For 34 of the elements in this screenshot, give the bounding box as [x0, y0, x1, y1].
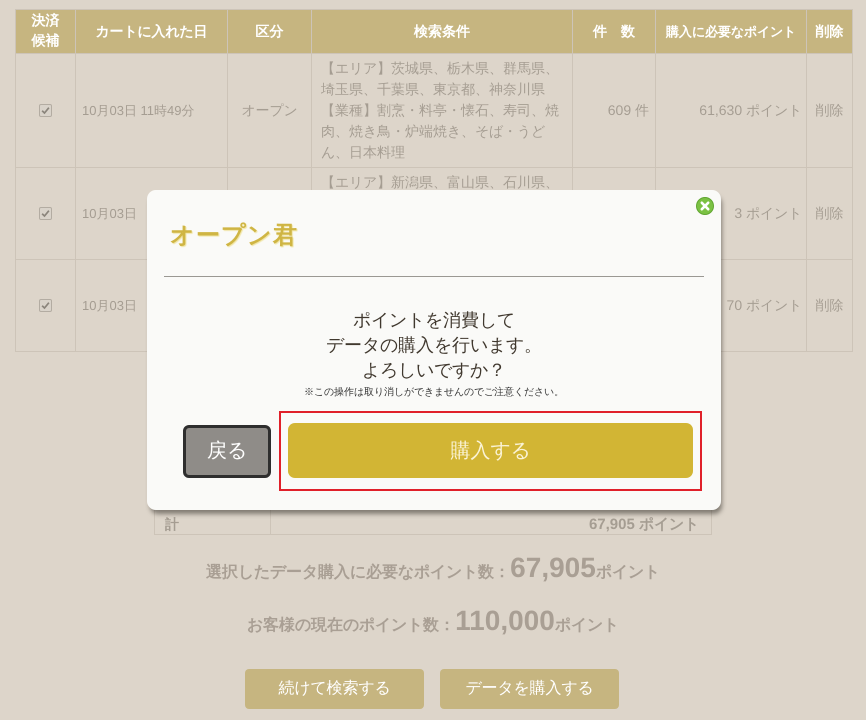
date-text: 10月03日 — [82, 298, 137, 312]
column-header: 区分 — [256, 22, 284, 40]
search-condition-text: 【エリア】茨城県、栃木県、群馬県、埼玉県、千葉県、東京都、神奈川県 — [321, 59, 560, 99]
checkbox[interactable] — [39, 298, 52, 312]
action-button[interactable]: データを購入する — [440, 669, 619, 709]
search-condition-text: 【エリア】新潟県、富山県、石川県、 — [321, 173, 560, 192]
action-button[interactable]: 続けて検索する — [245, 669, 424, 709]
back-button[interactable]: 戻る — [183, 424, 271, 478]
column-header: 決済候補 — [30, 11, 60, 50]
total-label: 計 — [165, 516, 179, 533]
count-text: 609 件 — [608, 102, 649, 118]
points-text: 3 ポイント — [734, 204, 802, 220]
delete-link[interactable]: 削除 — [816, 102, 844, 118]
delete-link[interactable]: 削除 — [816, 296, 844, 312]
column-header: 件 数 — [593, 22, 635, 40]
column-header: 購入に必要なポイント — [666, 22, 796, 41]
column-header: 検索条件 — [414, 22, 470, 40]
points-text: 61,630 ポイント — [699, 102, 802, 118]
date-text: 10月03日 11時49分 — [82, 102, 194, 118]
column-header: 削除 — [816, 22, 844, 40]
points-text: 70 ポイント — [726, 296, 802, 312]
checkbox[interactable] — [39, 104, 52, 117]
close-icon[interactable] — [696, 197, 714, 215]
purchase-button[interactable]: 購入する — [288, 423, 693, 478]
delete-link[interactable]: 削除 — [816, 204, 844, 220]
date-text: 10月03日 — [82, 206, 137, 220]
column-header: カートに入れた日 — [96, 22, 208, 40]
search-condition-text: 【業種】割烹・料亭・懐石、寿司、焼肉、焼き鳥・炉端焼き、そば・うどん、日本料理 — [321, 101, 560, 162]
total-value: 67,905 ポイント — [588, 516, 699, 533]
dialog-title: オープン君 — [170, 222, 298, 249]
category-text: オープン — [242, 102, 298, 118]
warning-note: ※この操作は取り消しができませんのでご注意ください。 — [304, 386, 564, 400]
confirm-message: ポイントを消費して データの購入を行います。 よろしいですか？ — [325, 309, 543, 382]
checkbox[interactable] — [39, 206, 52, 220]
